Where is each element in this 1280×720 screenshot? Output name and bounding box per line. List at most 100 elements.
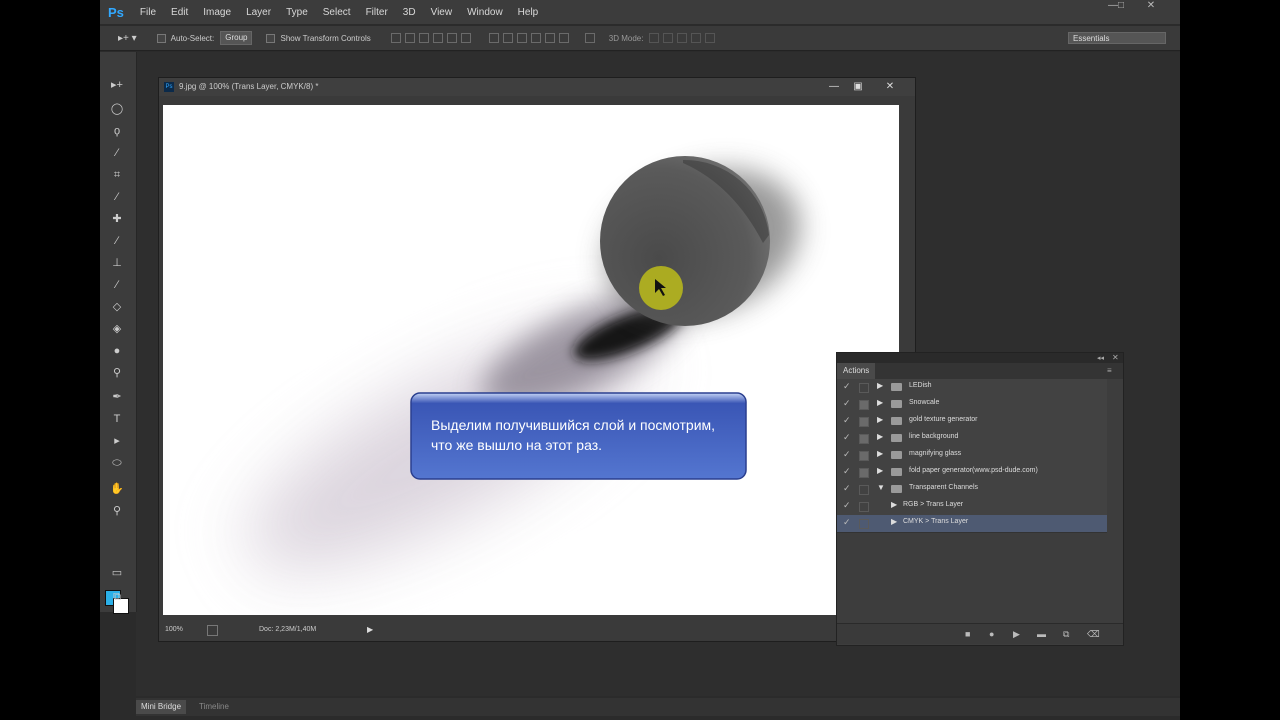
record-icon[interactable]: ● [989, 629, 994, 639]
tab-timeline[interactable]: Timeline [194, 700, 234, 714]
3d-scale-icon[interactable] [705, 33, 716, 43]
action-row[interactable]: ✓ ▶ RGB > Trans Layer [837, 498, 1107, 516]
action-row[interactable]: ✓ ▶ gold texture generator [837, 413, 1107, 431]
magic-wand-icon[interactable]: ⁄ [106, 144, 128, 162]
toggle-check-icon[interactable]: ✓ [843, 449, 851, 460]
expand-arrow-icon[interactable]: ▶ [877, 432, 883, 441]
auto-align-icon[interactable] [584, 33, 595, 43]
auto-select-dropdown[interactable]: Group [220, 31, 253, 45]
toggle-check-icon[interactable]: ✓ [843, 517, 851, 528]
distribute-left-icon[interactable] [530, 33, 541, 43]
menu-window[interactable]: Window [467, 7, 503, 18]
dialog-toggle-box[interactable] [859, 451, 869, 461]
expand-arrow-icon[interactable]: ▶ [877, 398, 883, 407]
action-row[interactable]: ✓ ▶ Snowcale [837, 396, 1107, 414]
toggle-check-icon[interactable]: ✓ [843, 398, 851, 409]
dialog-toggle-box[interactable] [859, 519, 869, 529]
3d-pan-icon[interactable] [677, 33, 688, 43]
panel-menu-icon[interactable]: ≡ [1107, 366, 1112, 375]
panel-close-icon[interactable]: ✕ [1112, 353, 1119, 362]
clone-stamp-icon[interactable]: ⊥ [106, 254, 128, 272]
dodge-tool-icon[interactable]: ⚲ [106, 364, 128, 382]
delete-icon[interactable]: ⌫ [1087, 629, 1100, 640]
action-row[interactable]: ✓ ▶ fold paper generator(www.psd-dude.co… [837, 464, 1107, 482]
action-row[interactable]: ✓ ▼ Transparent Channels [837, 481, 1107, 499]
blur-tool-icon[interactable]: ● [106, 342, 128, 360]
hand-tool-icon[interactable]: ✋ [106, 480, 128, 498]
3d-rotate-icon[interactable] [649, 33, 660, 43]
quick-mask-icon[interactable]: ▭ [106, 564, 128, 582]
eyedropper-tool-icon[interactable]: ⁄ [106, 188, 128, 206]
toggle-check-icon[interactable]: ✓ [843, 466, 851, 477]
menu-filter[interactable]: Filter [366, 7, 388, 18]
menu-edit[interactable]: Edit [171, 7, 188, 18]
status-info-icon[interactable] [207, 625, 218, 636]
align-bottom-icon[interactable] [418, 33, 429, 43]
align-vcenter-icon[interactable] [404, 33, 415, 43]
shape-tool-icon[interactable]: ⬭ [106, 454, 128, 472]
distribute-hcenter-icon[interactable] [544, 33, 555, 43]
expand-arrow-icon[interactable]: ▶ [891, 517, 897, 526]
dialog-toggle-box[interactable] [859, 417, 869, 427]
toggle-check-icon[interactable]: ✓ [843, 415, 851, 426]
move-tool-preset-icon[interactable]: ▸+ ▾ [118, 33, 137, 44]
document-canvas[interactable]: Выделим получившийся слой и посмотрим, ч… [163, 105, 899, 615]
dialog-toggle-box[interactable] [859, 400, 869, 410]
zoom-tool-icon[interactable]: ⚲ [106, 502, 128, 520]
distribute-top-icon[interactable] [488, 33, 499, 43]
crop-tool-icon[interactable]: ⌗ [106, 166, 128, 184]
move-tool-icon[interactable]: ▸+ [106, 76, 128, 94]
action-row[interactable]: ✓ ▶ LEDish [837, 379, 1107, 397]
expand-arrow-icon[interactable]: ▶ [877, 381, 883, 390]
close-icon[interactable]: ✕ [1140, 0, 1162, 14]
eraser-tool-icon[interactable]: ◇ [106, 298, 128, 316]
expand-arrow-icon[interactable]: ▶ [877, 466, 883, 475]
paint-bucket-icon[interactable]: ◈ [106, 320, 128, 338]
healing-brush-icon[interactable]: ✚ [106, 210, 128, 228]
dialog-toggle-box[interactable] [859, 434, 869, 444]
align-top-icon[interactable] [390, 33, 401, 43]
align-hcenter-icon[interactable] [446, 33, 457, 43]
expand-arrow-icon[interactable]: ▶ [877, 415, 883, 424]
menu-file[interactable]: File [140, 7, 156, 18]
menu-select[interactable]: Select [323, 7, 351, 18]
align-right-icon[interactable] [460, 33, 471, 43]
panel-collapse-icon[interactable]: ◂◂ [1097, 354, 1104, 362]
align-left-icon[interactable] [432, 33, 443, 43]
doc-close-icon[interactable]: ✕ [879, 79, 901, 94]
toggle-check-icon[interactable]: ✓ [843, 432, 851, 443]
expand-arrow-icon[interactable]: ▶ [891, 500, 897, 509]
dialog-toggle-box[interactable] [859, 502, 869, 512]
doc-restore-icon[interactable]: ▣ [847, 79, 869, 94]
distribute-bottom-icon[interactable] [516, 33, 527, 43]
marquee-tool-icon[interactable]: ◯ [106, 100, 128, 118]
workspace-dropdown[interactable]: Essentials [1068, 32, 1166, 44]
dialog-toggle-box[interactable] [859, 383, 869, 393]
tab-actions[interactable]: Actions [837, 363, 876, 379]
pen-tool-icon[interactable]: ✒ [106, 388, 128, 406]
toggle-check-icon[interactable]: ✓ [843, 500, 851, 511]
menu-type[interactable]: Type [286, 7, 308, 18]
auto-select-checkbox[interactable] [156, 33, 166, 43]
distribute-right-icon[interactable] [558, 33, 569, 43]
3d-roll-icon[interactable] [663, 33, 674, 43]
path-selection-icon[interactable]: ▸ [106, 432, 128, 450]
play-selection-icon[interactable]: ▶ [1013, 629, 1020, 640]
status-menu-arrow-icon[interactable]: ▶ [367, 625, 373, 634]
document-title-bar[interactable]: Ps 9.jpg @ 100% (Trans Layer, CMYK/8) * … [159, 78, 915, 96]
dialog-toggle-box[interactable] [859, 485, 869, 495]
new-set-icon[interactable]: ▬ [1037, 629, 1046, 639]
menu-help[interactable]: Help [518, 7, 539, 18]
action-row[interactable]: ✓ ▶ magnifying glass [837, 447, 1107, 465]
tab-mini-bridge[interactable]: Mini Bridge [136, 700, 187, 714]
new-action-icon[interactable]: ⧉ [1063, 629, 1069, 640]
dialog-toggle-box[interactable] [859, 468, 869, 478]
action-row-selected[interactable]: ✓ ▶ CMYK > Trans Layer [837, 515, 1107, 533]
menu-view[interactable]: View [431, 7, 453, 18]
screen-mode-icon[interactable]: ⧉ [106, 588, 128, 606]
show-transform-checkbox[interactable] [266, 33, 276, 43]
toggle-check-icon[interactable]: ✓ [843, 381, 851, 392]
history-brush-icon[interactable]: ∕ [106, 276, 128, 294]
lasso-tool-icon[interactable]: ϙ [106, 122, 128, 140]
collapse-arrow-icon[interactable]: ▼ [877, 483, 885, 492]
